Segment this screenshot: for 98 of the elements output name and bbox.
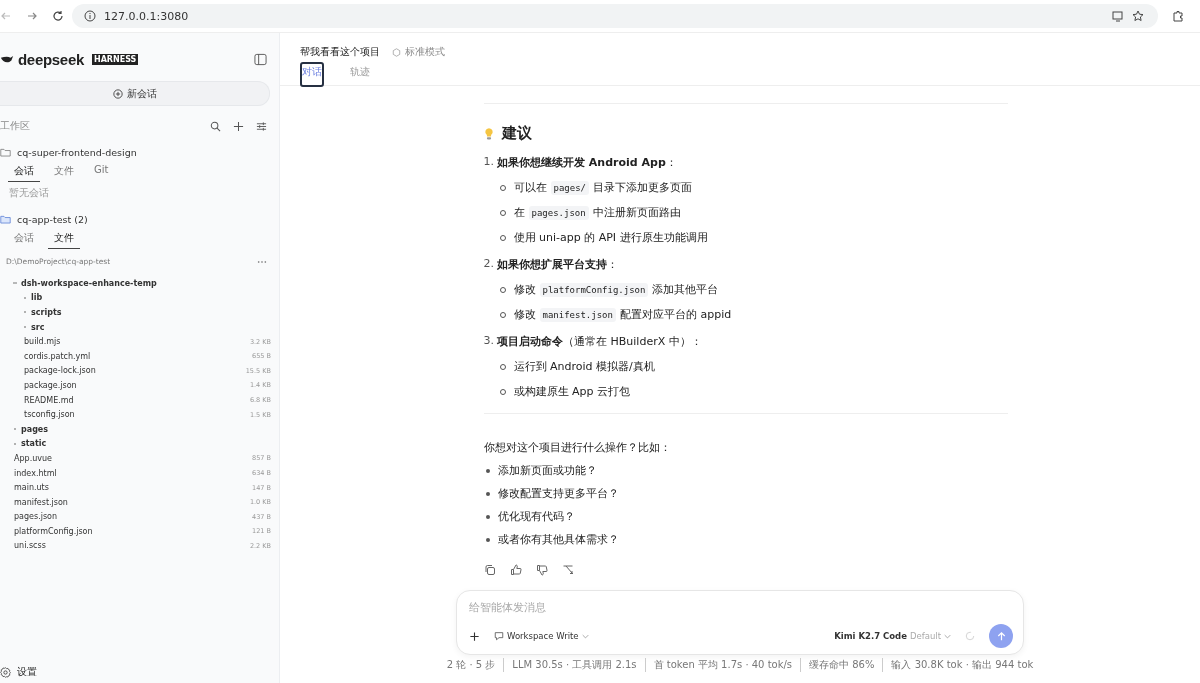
- file-name[interactable]: package.json: [22, 380, 77, 390]
- folder-name[interactable]: src: [31, 322, 45, 332]
- list-item: 使用 uni-app 的 API 进行原生功能调用: [513, 230, 708, 245]
- folder-name[interactable]: scripts: [31, 308, 62, 317]
- logo-text: deepseek: [18, 51, 84, 68]
- new-chat-button[interactable]: 新会话: [0, 81, 270, 106]
- list-item: 运行到 Android 模拟器/真机: [513, 359, 655, 374]
- model-dropdown[interactable]: Kimi K2.7 Code Default: [834, 631, 951, 641]
- reload-icon[interactable]: [52, 10, 64, 22]
- list-number: 2.: [483, 257, 494, 272]
- send-button[interactable]: [989, 624, 1013, 648]
- list-item: 或构建原生 App 云打包: [513, 384, 630, 399]
- chevron-down-icon: [944, 633, 951, 639]
- empty-state-text: 暂无会话: [8, 186, 50, 200]
- list-item: 或者你有其他具体需求？: [497, 532, 619, 547]
- file-name[interactable]: App.uvue: [12, 453, 52, 463]
- list-heading: 如果你想扩展平台支持：: [497, 257, 618, 272]
- list-item: 修改配置支持更多平台？: [497, 486, 619, 501]
- bullet-icon: [485, 491, 490, 496]
- project-tab[interactable]: 文件: [48, 164, 80, 182]
- more-icon[interactable]: [257, 259, 267, 264]
- file-name[interactable]: manifest.json: [12, 497, 68, 507]
- list-item: 修改 platformConfig.json 添加其他平台: [513, 282, 719, 297]
- settings-icon[interactable]: [0, 666, 11, 678]
- mode-label[interactable]: 标准模式: [405, 45, 445, 59]
- chat-bubble-icon: [494, 631, 504, 641]
- folder-icon: [0, 148, 11, 157]
- status-metric: 输入 30.8K tok · 输出 944 tok: [882, 658, 1034, 672]
- workspace-label: 工作区: [0, 119, 30, 133]
- file-name[interactable]: README.md: [22, 395, 74, 405]
- copy-icon[interactable]: [483, 564, 496, 576]
- file-name[interactable]: platformConfig.json: [12, 526, 93, 536]
- info-icon[interactable]: [84, 10, 96, 22]
- folder-name[interactable]: static: [21, 439, 47, 449]
- arrow-up-icon: [995, 630, 1007, 642]
- loading-spinner-icon: [965, 631, 975, 641]
- settings-link[interactable]: 设置: [17, 665, 37, 679]
- folder-icon: [0, 215, 11, 224]
- list-item: 优化现有代码？: [497, 509, 575, 524]
- status-metric: LLM 30.5s · 工具调用 2.1s: [503, 658, 637, 672]
- thumbs-up-icon[interactable]: [509, 564, 522, 576]
- permission-dropdown[interactable]: Workspace Write: [494, 631, 589, 641]
- project-name[interactable]: cq-app-test (2): [17, 214, 88, 225]
- project-name[interactable]: cq-super-frontend-design: [17, 147, 137, 158]
- sidebar-toggle-icon[interactable]: [254, 53, 267, 66]
- status-metric: 2 轮 · 5 步: [446, 658, 496, 672]
- view-tab[interactable]: 对话: [300, 62, 324, 87]
- file-name[interactable]: uni.scss: [12, 541, 46, 551]
- bullet-icon: [485, 514, 490, 519]
- file-name[interactable]: build.mjs: [22, 337, 61, 347]
- add-icon[interactable]: [233, 120, 244, 132]
- thumbs-down-icon[interactable]: [535, 564, 548, 576]
- section-heading: 建议: [501, 124, 532, 143]
- extensions-icon[interactable]: [1172, 10, 1184, 22]
- question-text: 你想对这个项目进行什么操作？比如：: [483, 440, 672, 455]
- list-heading: 项目启动命令（通常在 HBuilderX 中）：: [497, 334, 702, 349]
- list-item: 在 pages.json 中注册新页面路由: [513, 205, 681, 220]
- dot-icon[interactable]: [22, 294, 28, 301]
- filter-icon[interactable]: [256, 120, 267, 132]
- project-tab[interactable]: 会话: [8, 164, 40, 182]
- message-input[interactable]: 给智能体发消息: [469, 601, 1013, 614]
- status-metric: 缓存命中 86%: [800, 658, 875, 672]
- search-icon[interactable]: [210, 120, 221, 132]
- logo-badge: HARNESS: [92, 54, 139, 65]
- attach-plus-icon[interactable]: [469, 630, 480, 642]
- chevron-down-icon: [581, 633, 589, 639]
- status-metric: 首 token 平均 1.7s · 40 tok/s: [644, 658, 793, 672]
- list-heading: 如果你想继续开发 Android App：: [497, 155, 677, 170]
- folder-name[interactable]: lib: [31, 293, 43, 303]
- project-tab[interactable]: 文件: [48, 231, 80, 249]
- list-item: 可以在 pages/ 目录下添加更多页面: [513, 180, 692, 195]
- forward-icon[interactable]: [26, 10, 38, 22]
- bullet-icon: [485, 537, 490, 542]
- mode-icon: [392, 47, 401, 57]
- list-number: 3.: [483, 334, 494, 349]
- file-name[interactable]: index.html: [12, 468, 57, 478]
- bullet-icon: [485, 468, 490, 473]
- star-icon[interactable]: [1132, 10, 1144, 22]
- dot-icon[interactable]: [22, 324, 28, 331]
- dot-icon[interactable]: [12, 426, 18, 433]
- file-name[interactable]: package-lock.json: [22, 366, 96, 376]
- lightbulb-icon: [483, 126, 494, 141]
- conversation-title: 帮我看看这个项目: [300, 45, 380, 59]
- project-tab[interactable]: Git: [88, 164, 115, 182]
- list-item: 修改 manifest.json 配置对应平台的 appid: [513, 307, 732, 322]
- list-number: 1.: [483, 155, 494, 170]
- file-name[interactable]: tsconfig.json: [22, 410, 75, 420]
- folder-name[interactable]: pages: [21, 424, 49, 434]
- file-name[interactable]: main.uts: [12, 483, 49, 493]
- project-tab[interactable]: 会话: [8, 231, 40, 249]
- file-name[interactable]: pages.json: [12, 512, 58, 522]
- list-item: 添加新页面或功能？: [497, 463, 597, 478]
- dot-icon[interactable]: [12, 440, 18, 447]
- dot-icon[interactable]: [22, 309, 28, 316]
- file-name[interactable]: cordis.patch.yml: [22, 351, 91, 361]
- plus-circle-icon: [112, 88, 123, 99]
- folder-name[interactable]: dsh-workspace-enhance-temp: [21, 278, 157, 288]
- address-bar[interactable]: 127.0.0.1:3080: [72, 4, 1158, 28]
